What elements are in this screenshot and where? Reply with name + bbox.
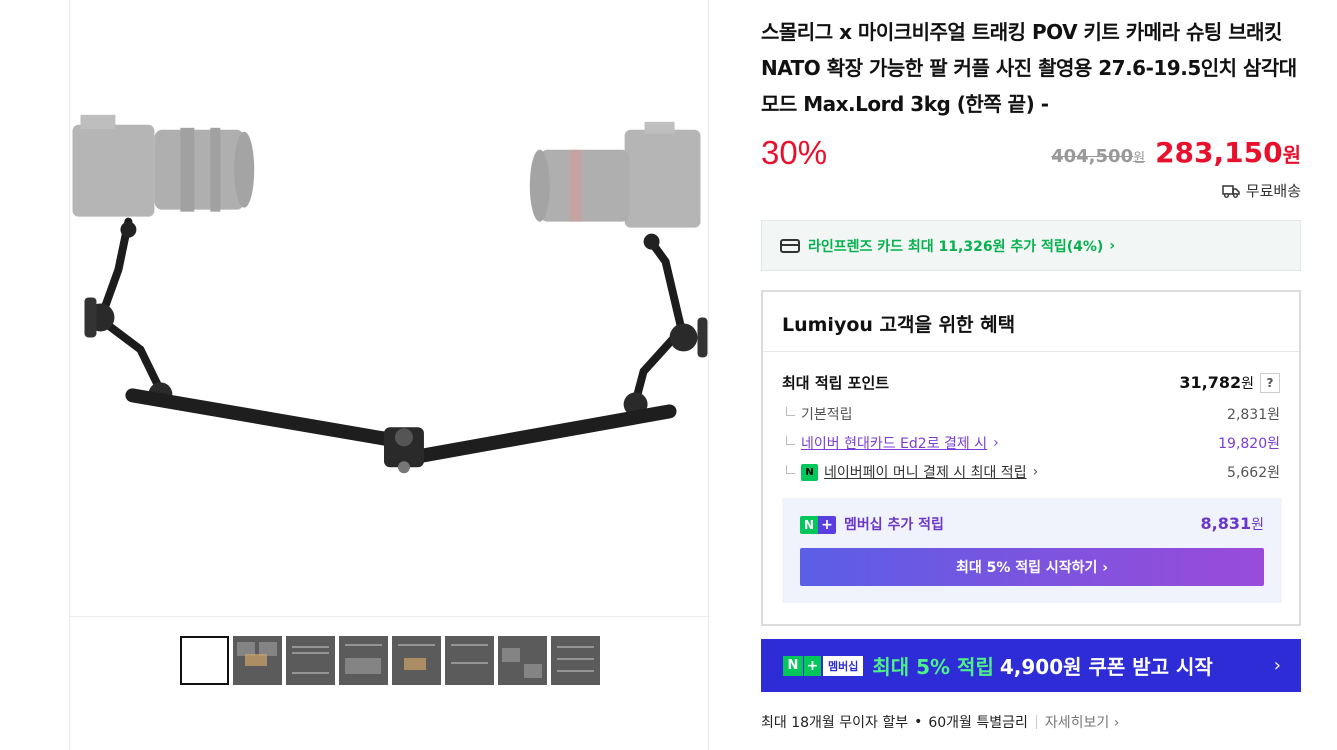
original-price: 404,500원 — [1051, 146, 1146, 167]
npay-money-link[interactable]: 네이버페이 머니 결제 시 최대 적립 — [824, 462, 1027, 482]
membership-label: 멤버십 추가 적립 — [844, 517, 944, 533]
thumbnail-1[interactable] — [180, 636, 229, 685]
npay-money-value: 5,662원 — [1227, 465, 1280, 481]
thumbnail-8[interactable] — [551, 636, 600, 685]
chevron-right-icon: › — [993, 435, 999, 451]
chevron-right-icon: › — [1273, 655, 1281, 676]
credit-card-icon — [780, 238, 800, 253]
thumbnail-2[interactable] — [233, 636, 282, 685]
hyundai-card-value: 19,820원 — [1218, 436, 1280, 452]
npay-money-row: N 네이버페이 머니 결제 시 최대 적립 › 5,662원 — [782, 462, 1280, 482]
membership-label-wrap: N + 멤버십 추가 적립 — [800, 514, 944, 534]
discount-rate: 30% — [761, 134, 828, 171]
product-main-image[interactable] — [70, 0, 708, 617]
sale-price: 283,150원 — [1155, 136, 1301, 169]
tree-connector-icon — [786, 435, 795, 445]
card-promo-text: 라인프렌즈 카드 최대 11,326원 추가 적립(4%) — [808, 238, 1104, 255]
membership-box: N + 멤버십 추가 적립 8,831원 최대 5% 적립 시작하기 › — [782, 498, 1282, 603]
benefit-box: Lumiyou 고객을 위한 혜택 최대 적립 포인트 31,782원 ? 기본… — [761, 290, 1301, 626]
membership-promo-banner[interactable]: N + 멤버십 최대 5% 적립 4,900원 쿠폰 받고 시작 › — [761, 639, 1301, 692]
chevron-right-icon: › — [1109, 237, 1116, 254]
thumbnail-3[interactable] — [286, 636, 335, 685]
product-gallery — [69, 0, 709, 750]
special-rate-text: 60개월 특별금리 — [928, 715, 1028, 731]
tree-connector-icon — [786, 464, 795, 474]
truck-icon — [1222, 184, 1240, 198]
thumbnail-5[interactable] — [392, 636, 441, 685]
membership-value: 8,831원 — [1200, 514, 1265, 533]
tree-connector-icon — [786, 406, 795, 416]
hyundai-card-link[interactable]: 네이버 현대카드 Ed2로 결제 시 — [801, 433, 987, 453]
basic-points-value: 2,831원 — [1227, 407, 1280, 423]
thumbnail-6[interactable] — [445, 636, 494, 685]
promo-text: 4,900원 쿠폰 받고 시작 — [999, 655, 1213, 679]
naver-membership-badge-icon: N + 멤버십 — [783, 655, 864, 676]
max-points-value: 31,782원 ? — [1179, 372, 1280, 393]
divider — [1035, 715, 1037, 729]
price-row: 404,500원 283,150원 — [1051, 136, 1301, 169]
bullet-separator: • — [914, 714, 923, 730]
details-link[interactable]: 자세히보기 › — [1045, 712, 1119, 732]
thumbnail-4[interactable] — [339, 636, 388, 685]
max-points-label: 최대 적립 포인트 — [782, 374, 890, 392]
card-promo-bar[interactable]: 라인프렌즈 카드 최대 11,326원 추가 적립(4%) › — [761, 220, 1301, 271]
basic-points-label: 기본적립 — [801, 407, 853, 423]
thumbnail-7[interactable] — [498, 636, 547, 685]
shipping-label: 무료배송 — [1245, 182, 1301, 200]
membership-start-button[interactable]: 최대 5% 적립 시작하기 › — [800, 548, 1264, 586]
promo-highlight: 최대 5% 적립 — [872, 655, 994, 679]
naverpay-icon: N — [801, 463, 818, 481]
thumbnail-strip — [180, 636, 600, 685]
naver-plus-badge-icon: N + — [800, 516, 836, 534]
installment-info: 최대 18개월 무이자 할부 • 60개월 특별금리 자세히보기 › — [761, 712, 1119, 732]
chevron-right-icon: › — [1032, 464, 1039, 480]
max-points-row: 최대 적립 포인트 31,782원 ? — [782, 372, 1280, 393]
basic-points-row: 기본적립 2,831원 — [782, 404, 1280, 424]
installment-text: 최대 18개월 무이자 할부 — [761, 715, 909, 731]
membership-row: N + 멤버십 추가 적립 8,831원 — [800, 514, 1264, 534]
shipping-info: 무료배송 — [1222, 180, 1301, 201]
camera-rig-illustration — [72, 114, 708, 474]
hyundai-card-row: 네이버 현대카드 Ed2로 결제 시 › 19,820원 — [782, 433, 1280, 453]
product-title: 스몰리그 x 마이크비주얼 트래킹 POV 키트 카메라 슈팅 브래킷 NATO… — [761, 20, 1297, 116]
help-icon[interactable]: ? — [1260, 372, 1280, 393]
benefit-title: Lumiyou 고객을 위한 혜택 — [763, 292, 1299, 352]
